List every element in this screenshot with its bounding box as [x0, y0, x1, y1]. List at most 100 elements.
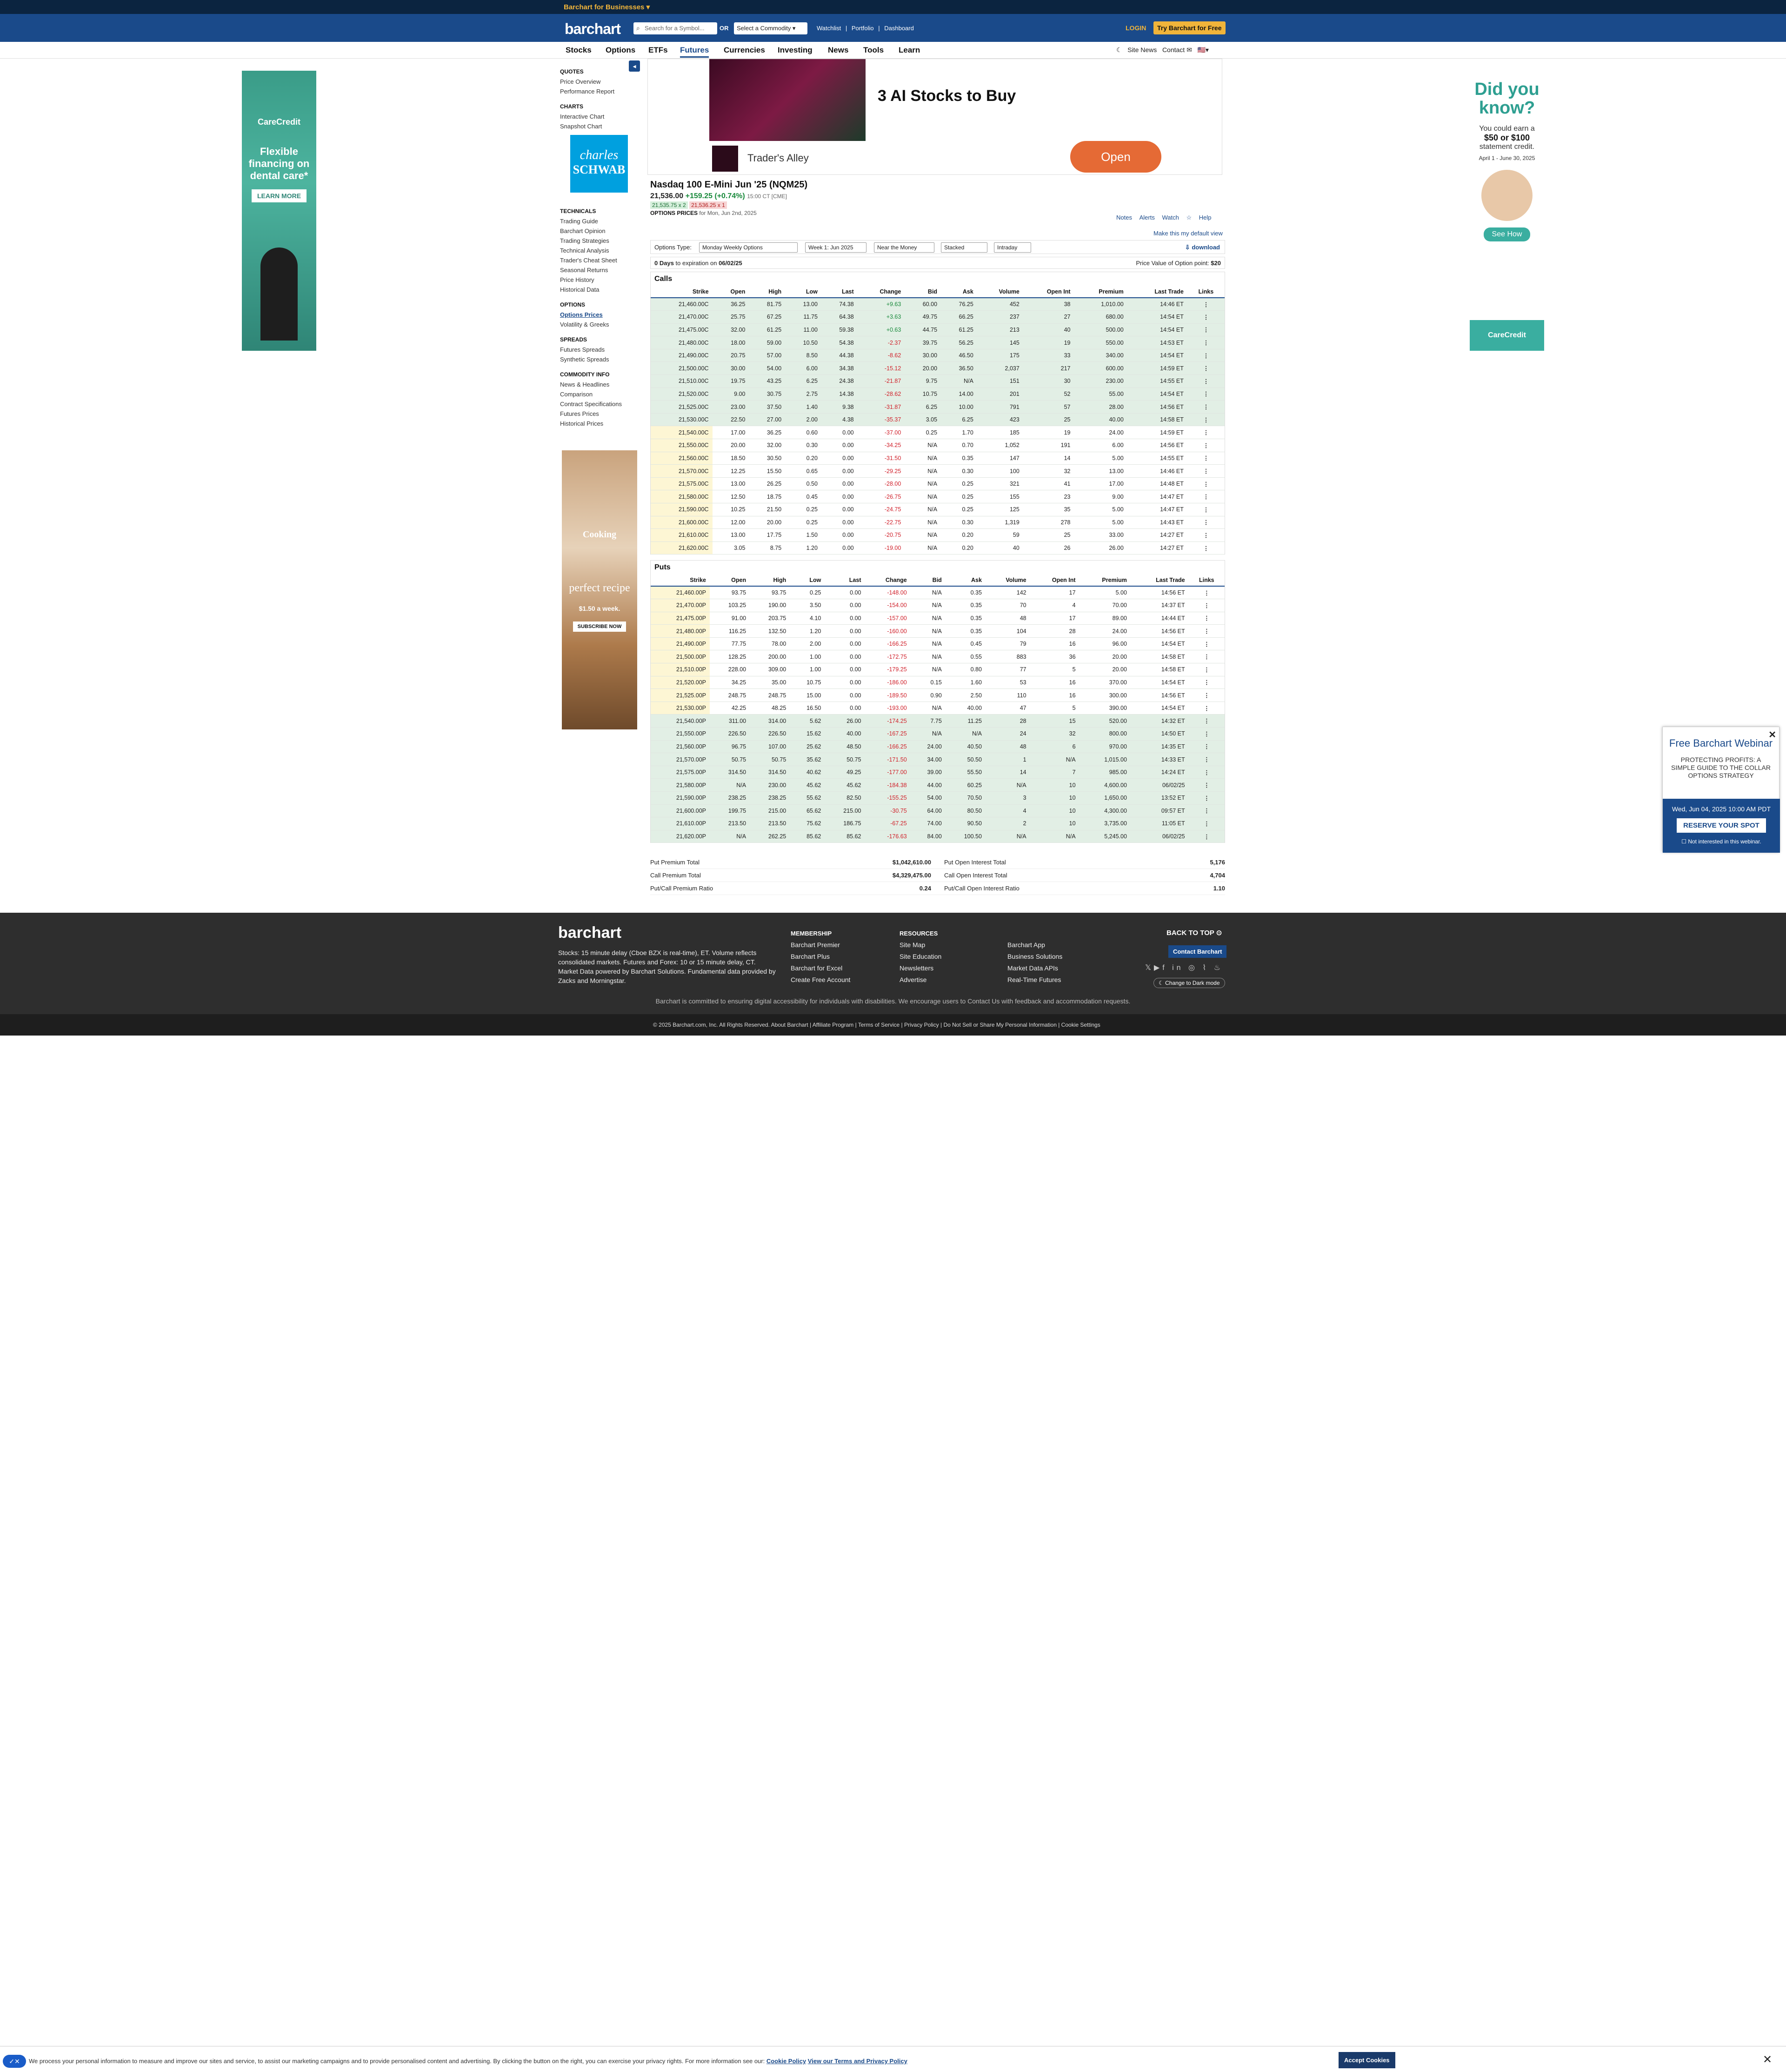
sidebar-item[interactable]: Seasonal Returns — [560, 265, 641, 275]
reserve-spot-button[interactable]: RESERVE YOUR SPOT — [1677, 818, 1766, 833]
column-header[interactable]: Last Trade — [1130, 575, 1189, 587]
table-row[interactable]: 21,480.00C 18.00 59.00 10.50 54.38 -2.37 39.75… — [651, 336, 1225, 349]
table-row[interactable]: 21,470.00P 103.25 190.00 3.50 0.00 -154.00 N/A… — [651, 599, 1225, 612]
table-row[interactable]: 21,470.00C 25.75 67.25 11.75 64.38 +3.63 49.75… — [651, 310, 1225, 324]
links-menu-icon[interactable]: ⋮ — [1188, 702, 1225, 715]
table-row[interactable]: 21,530.00P 42.25 48.25 16.50 0.00 -193.00 N/A 4… — [651, 702, 1225, 715]
sidebar-item[interactable]: Volatility & Greeks — [560, 320, 641, 329]
footer-link[interactable]: Market Data APIs — [1007, 962, 1062, 974]
sidebar-item[interactable]: Trading Guide — [560, 216, 641, 226]
site-news-link[interactable]: Site News — [1127, 46, 1157, 53]
back-to-top-link[interactable]: BACK TO TOP ⊙ — [1166, 929, 1222, 937]
table-row[interactable]: 21,490.00P 77.75 78.00 2.00 0.00 -166.25 N/A 0.… — [651, 637, 1225, 651]
moon-icon[interactable]: ☾ — [1116, 46, 1122, 53]
table-row[interactable]: 21,560.00P 96.75 107.00 25.62 48.50 -166.25 24… — [651, 740, 1225, 754]
footer-link[interactable]: Site Map — [900, 939, 941, 951]
links-menu-icon[interactable]: ⋮ — [1187, 413, 1225, 427]
table-row[interactable]: 21,590.00C 10.25 21.50 0.25 0.00 -24.75 N/A 0.2… — [651, 503, 1225, 516]
sidebar-item[interactable]: Historical Data — [560, 285, 641, 294]
strike-cell[interactable]: 21,560.00C — [651, 452, 713, 465]
links-menu-icon[interactable]: ⋮ — [1188, 637, 1225, 651]
links-menu-icon[interactable]: ⋮ — [1187, 310, 1225, 324]
footer-link[interactable]: Barchart App — [1007, 939, 1062, 951]
table-row[interactable]: 21,525.00C 23.00 37.50 1.40 9.38 -31.87 6.25 10… — [651, 400, 1225, 414]
column-header[interactable]: High — [750, 575, 790, 587]
strike-cell[interactable]: 21,590.00C — [651, 503, 713, 516]
business-link[interactable]: Barchart for Businesses ▾ — [564, 3, 650, 11]
strike-cell[interactable]: 21,575.00C — [651, 477, 713, 491]
links-menu-icon[interactable]: ⋮ — [1187, 452, 1225, 465]
top-ad[interactable]: 3 AI Stocks to Buy Trader's Alley Open — [647, 59, 1222, 175]
column-header[interactable]: Volume — [985, 575, 1030, 587]
table-row[interactable]: 21,540.00P 311.00 314.00 5.62 26.00 -174.25 7.… — [651, 714, 1225, 728]
footer-link[interactable]: Newsletters — [900, 962, 941, 974]
strike-cell[interactable]: 21,530.00P — [651, 702, 710, 715]
strike-cell[interactable]: 21,470.00P — [651, 599, 710, 612]
sidebar-item[interactable]: Barchart Opinion — [560, 226, 641, 236]
ad-learn-more-button[interactable]: LEARN MORE — [251, 189, 307, 202]
strike-cell[interactable]: 21,500.00P — [651, 650, 710, 664]
column-header[interactable]: Links — [1187, 286, 1225, 298]
strike-cell[interactable]: 21,540.00C — [651, 426, 713, 440]
strike-cell[interactable]: 21,490.00C — [651, 349, 713, 362]
ad-open-button[interactable]: Open — [1070, 141, 1161, 173]
sidebar-item[interactable]: Price History — [560, 275, 641, 285]
strike-cell[interactable]: 21,580.00P — [651, 778, 710, 792]
carecredit-ad-right[interactable]: Did you know? You could earn a $50 or $1… — [1470, 71, 1544, 351]
sidebar-item[interactable]: Comparison — [560, 389, 641, 399]
table-row[interactable]: 21,475.00C 32.00 61.25 11.00 59.38 +0.63 44.75… — [651, 323, 1225, 337]
contact-barchart-button[interactable]: Contact Barchart — [1168, 945, 1227, 958]
links-menu-icon[interactable]: ⋮ — [1187, 541, 1225, 555]
sidebar-item[interactable]: Price Overview — [560, 77, 641, 87]
column-header[interactable]: Volume — [977, 286, 1023, 298]
links-menu-icon[interactable]: ⋮ — [1187, 298, 1225, 311]
sidebar-item[interactable]: Interactive Chart — [560, 112, 641, 121]
strike-cell[interactable]: 21,520.00P — [651, 676, 710, 689]
strike-cell[interactable]: 21,525.00C — [651, 400, 713, 414]
table-row[interactable]: 21,620.00C 3.05 8.75 1.20 0.00 -19.00 N/A 0.20 4… — [651, 541, 1225, 555]
links-menu-icon[interactable]: ⋮ — [1187, 323, 1225, 337]
strike-cell[interactable]: 21,620.00C — [651, 541, 713, 555]
strike-cell[interactable]: 21,570.00C — [651, 464, 713, 478]
footer-link[interactable]: Barchart Plus — [791, 951, 850, 962]
column-header[interactable]: Strike — [651, 575, 710, 587]
close-icon[interactable]: ✕ — [1763, 2053, 1772, 2066]
accept-cookies-button[interactable]: Accept Cookies — [1339, 2052, 1395, 2068]
links-menu-icon[interactable]: ⋮ — [1188, 817, 1225, 830]
column-header[interactable]: Open — [709, 575, 750, 587]
nav-currencies[interactable]: Currencies — [724, 46, 765, 55]
column-header[interactable]: Ask — [945, 575, 986, 587]
default-view-link[interactable]: Make this my default view — [1153, 230, 1223, 237]
dark-mode-toggle[interactable]: ☾ Change to Dark mode — [1153, 978, 1225, 988]
table-row[interactable]: 21,475.00P 91.00 203.75 4.10 0.00 -157.00 N/A 0… — [651, 612, 1225, 625]
column-header[interactable]: Premium — [1074, 286, 1127, 298]
column-header[interactable]: Bid — [910, 575, 946, 587]
sidebar-item[interactable]: Technical Analysis — [560, 246, 641, 255]
cooking-ad-subscribe-button[interactable]: SUBSCRIBE NOW — [573, 622, 626, 632]
download-link[interactable]: ⇩ download — [1185, 244, 1220, 251]
strike-cell[interactable]: 21,560.00P — [651, 740, 710, 754]
column-header[interactable]: Open Int — [1030, 575, 1080, 587]
links-menu-icon[interactable]: ⋮ — [1187, 400, 1225, 414]
not-interested[interactable]: ☐ Not interested in this webinar. — [1663, 838, 1780, 845]
footer-link[interactable]: Barchart for Excel — [791, 962, 850, 974]
sidebar-item[interactable]: Options Prices — [560, 310, 641, 320]
options-type-select[interactable]: Monday Weekly Options — [699, 242, 798, 253]
nav-news[interactable]: News — [828, 46, 848, 55]
table-row[interactable]: 21,575.00C 13.00 26.25 0.50 0.00 -28.00 N/A 0.2… — [651, 477, 1225, 491]
strike-cell[interactable]: 21,610.00P — [651, 817, 710, 830]
strike-cell[interactable]: 21,470.00C — [651, 310, 713, 324]
strike-cell[interactable]: 21,475.00C — [651, 323, 713, 337]
strike-cell[interactable]: 21,480.00C — [651, 336, 713, 349]
table-row[interactable]: 21,490.00C 20.75 57.00 8.50 44.38 -8.62 30.00 4… — [651, 349, 1225, 362]
strike-cell[interactable]: 21,570.00P — [651, 753, 710, 766]
dashboard-link[interactable]: Dashboard — [884, 25, 914, 32]
strike-cell[interactable]: 21,600.00P — [651, 804, 710, 818]
close-icon[interactable]: ✕ — [1768, 729, 1776, 741]
help-link[interactable]: Help — [1199, 214, 1212, 221]
nav-tools[interactable]: Tools — [863, 46, 884, 55]
sidebar-item[interactable]: News & Headlines — [560, 380, 641, 389]
table-row[interactable]: 21,460.00C 36.25 81.75 13.00 74.38 +9.63 60.00… — [651, 298, 1225, 311]
money-select[interactable]: Near the Money — [874, 242, 934, 253]
column-header[interactable]: Low — [785, 286, 821, 298]
